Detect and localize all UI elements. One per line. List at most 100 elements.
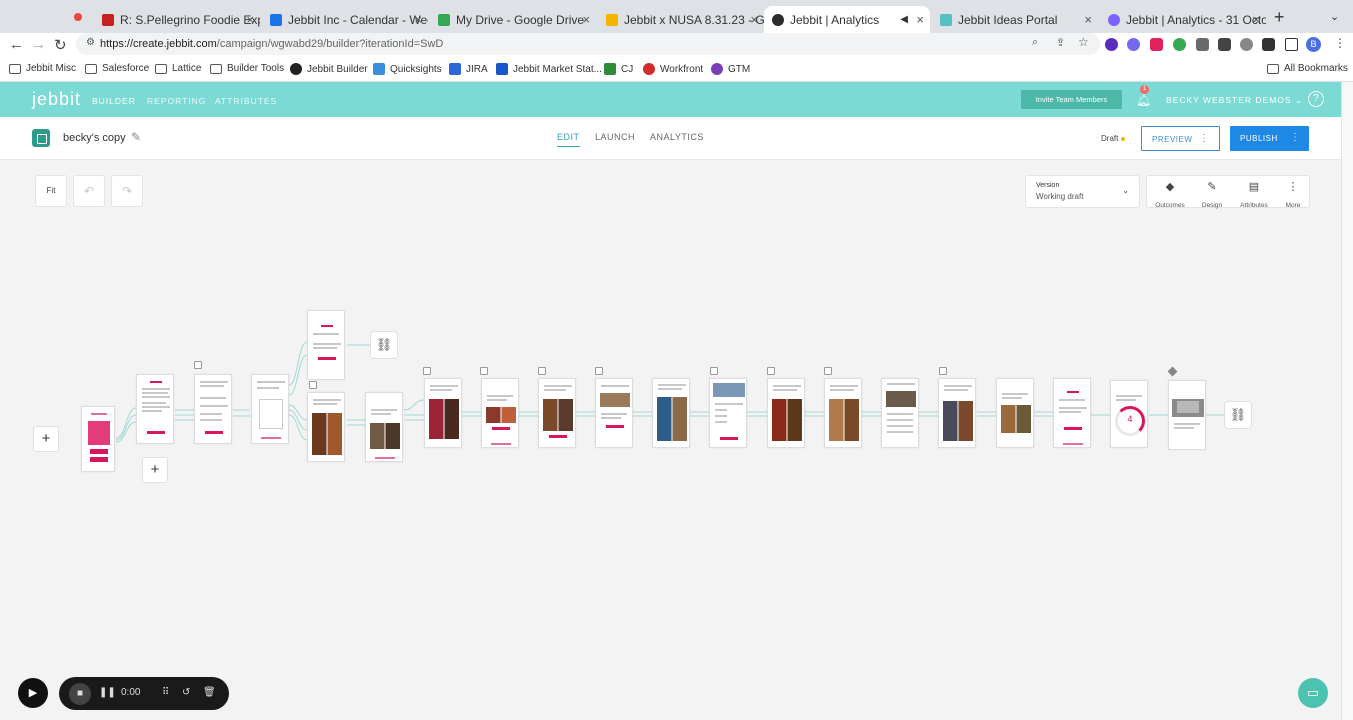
screen-card-outcome[interactable] [1168, 380, 1206, 450]
tab-search-chevron-icon[interactable]: ⌄ [1330, 10, 1339, 23]
tab-edit[interactable]: EDIT [557, 132, 580, 147]
screen-toggle-icon[interactable] [480, 367, 488, 375]
close-icon[interactable]: × [916, 12, 924, 27]
screen-card[interactable] [194, 374, 232, 444]
address-bar[interactable]: ⚙ https://create.jebbit.com/campaign/wgw… [76, 33, 1100, 55]
bookmark-folder[interactable]: Salesforce [85, 63, 149, 74]
close-icon[interactable]: × [750, 12, 758, 27]
flow-canvas[interactable]: 4 + + ⛓ ⛓ [0, 160, 1341, 720]
campaign-icon[interactable] [32, 129, 50, 147]
screen-toggle-icon[interactable] [194, 361, 202, 369]
link-icon[interactable]: ⛓ [1224, 401, 1252, 429]
profile-avatar[interactable]: B [1306, 37, 1321, 52]
extension-icon[interactable] [1240, 38, 1253, 51]
publish-button[interactable]: PUBLISH ⋮ [1230, 126, 1309, 151]
extension-icon[interactable] [1105, 38, 1118, 51]
bookmark-link[interactable]: GTM [711, 63, 750, 75]
screen-card[interactable] [538, 378, 576, 448]
bookmark-folder[interactable]: Lattice [155, 63, 201, 74]
add-screen-button[interactable]: + [142, 457, 168, 483]
extension-icon[interactable] [1196, 38, 1209, 51]
extension-icon[interactable] [1218, 38, 1231, 51]
close-icon[interactable]: × [246, 12, 254, 27]
screen-card[interactable] [767, 378, 805, 448]
side-panel-icon[interactable] [1285, 38, 1298, 51]
trash-icon[interactable]: 🗑︎ [203, 687, 216, 698]
zoom-icon[interactable]: ⌕ [1032, 36, 1038, 49]
user-menu[interactable]: BECKY WEBSTER DEMOS ⌄ [1166, 95, 1303, 106]
preview-button[interactable]: PREVIEW ⋮ [1141, 126, 1220, 151]
screen-card[interactable] [881, 378, 919, 448]
bell-icon[interactable]: 🔔︎ [1136, 93, 1151, 107]
bookmark-folder[interactable]: Jebbit Misc [9, 63, 76, 74]
more-vertical-icon[interactable]: ⋮ [1199, 133, 1209, 144]
screen-card[interactable] [938, 378, 976, 448]
pencil-icon[interactable]: ✎ [131, 130, 141, 144]
nav-attributes[interactable]: ATTRIBUTES [215, 96, 277, 106]
camera-icon[interactable]: ▶ [18, 678, 48, 708]
scrollbar[interactable] [1341, 82, 1353, 720]
help-icon[interactable]: ? [1308, 91, 1324, 107]
link-icon[interactable]: ⛓ [370, 331, 398, 359]
add-screen-button[interactable]: + [33, 426, 59, 452]
screen-toggle-icon[interactable] [423, 367, 431, 375]
browser-tab[interactable]: Jebbit | Analytics - 31 October× [1100, 6, 1266, 33]
screen-card[interactable] [307, 310, 345, 380]
browser-tab[interactable]: Jebbit x NUSA 8.31.23 - Goo × [598, 6, 764, 33]
bookmark-link[interactable]: Jebbit Market Stat... [496, 63, 602, 75]
browser-menu-icon[interactable]: ⋮ [1334, 36, 1346, 50]
screen-card[interactable] [307, 392, 345, 462]
bookmark-link[interactable]: Workfront [643, 63, 703, 75]
browser-tab[interactable]: Jebbit Ideas Portal × [932, 6, 1098, 33]
jebbit-logo[interactable]: jebbit [32, 89, 81, 110]
bookmark-link[interactable]: Jebbit Builder [290, 63, 368, 75]
screen-toggle-icon[interactable] [710, 367, 718, 375]
screen-toggle-icon[interactable] [939, 367, 947, 375]
screen-card-loading[interactable]: 4 [1110, 380, 1148, 448]
nav-reporting[interactable]: REPORTING [147, 96, 206, 106]
bookmark-link[interactable]: Quicksights [373, 63, 442, 75]
restart-icon[interactable]: ↺ [182, 687, 190, 698]
screen-card[interactable] [824, 378, 862, 448]
screen-card[interactable] [136, 374, 174, 444]
stop-icon[interactable]: ■ [69, 683, 91, 705]
screen-card[interactable] [424, 378, 462, 448]
screen-card[interactable] [251, 374, 289, 444]
all-bookmarks[interactable]: All Bookmarks [1267, 63, 1348, 74]
browser-tab[interactable]: Jebbit Inc - Calendar - Week × [262, 6, 428, 33]
browser-tab[interactable]: My Drive - Google Drive × [430, 6, 596, 33]
close-icon[interactable]: × [1252, 12, 1260, 27]
extension-icon[interactable] [1150, 38, 1163, 51]
bookmark-link[interactable]: CJ [604, 63, 633, 75]
screen-card[interactable] [81, 406, 115, 472]
share-icon[interactable]: ⇪ [1056, 36, 1065, 49]
tab-launch[interactable]: LAUNCH [595, 132, 635, 142]
pause-icon[interactable]: ❚❚ [99, 687, 116, 698]
bookmark-link[interactable]: JIRA [449, 63, 488, 75]
extension-icon[interactable] [1127, 38, 1140, 51]
nav-builder[interactable]: BUILDER [92, 96, 136, 106]
screen-card[interactable] [996, 378, 1034, 448]
more-vertical-icon[interactable]: ⋮ [1290, 132, 1300, 143]
screen-toggle-icon[interactable] [309, 381, 317, 389]
forward-icon[interactable]: → [31, 36, 46, 53]
screen-card[interactable] [595, 378, 633, 448]
screen-toggle-icon[interactable] [595, 367, 603, 375]
new-tab-button[interactable]: + [1274, 7, 1285, 28]
project-name[interactable]: becky's copy [63, 132, 126, 144]
close-icon[interactable]: × [582, 12, 590, 27]
screen-toggle-icon[interactable] [767, 367, 775, 375]
screen-card[interactable] [365, 392, 403, 462]
screen-toggle-icon[interactable] [824, 367, 832, 375]
close-icon[interactable]: × [1084, 12, 1092, 27]
speaker-icon[interactable]: ◀ [900, 14, 908, 25]
bookmark-star-icon[interactable]: ☆ [1078, 35, 1089, 49]
screen-card[interactable] [1053, 378, 1091, 448]
screen-toggle-icon[interactable] [538, 367, 546, 375]
screen-card[interactable] [652, 378, 690, 448]
browser-tab-active[interactable]: Jebbit | Analytics ◀ × [764, 6, 930, 33]
screen-card[interactable] [481, 378, 519, 448]
browser-tab[interactable]: R: S.Pellegrino Foodie Experie× [94, 6, 260, 33]
back-icon[interactable]: ← [9, 36, 24, 53]
reload-icon[interactable]: ↻ [54, 36, 67, 54]
